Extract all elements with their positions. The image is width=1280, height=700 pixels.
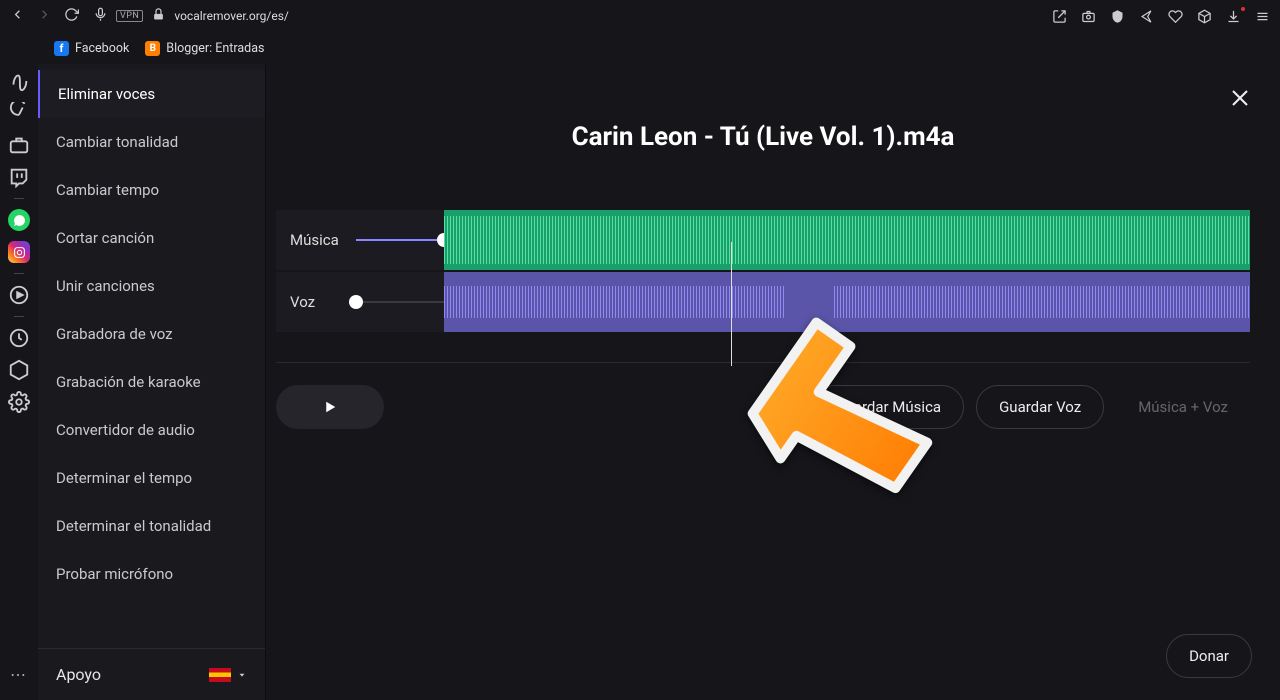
- url-text[interactable]: vocalremover.org/es/: [174, 9, 289, 23]
- track-row-music: Música: [276, 210, 1250, 270]
- track-label-music: Música: [276, 231, 356, 249]
- sidebar-item-join[interactable]: Unir canciones: [38, 262, 265, 310]
- instagram-icon[interactable]: [8, 241, 30, 263]
- sidebar-item-remove-vocals[interactable]: Eliminar voces: [38, 70, 265, 118]
- twitch-icon[interactable]: [8, 166, 30, 188]
- bookmark-label: Facebook: [75, 41, 129, 56]
- voice-volume-slider[interactable]: [356, 301, 444, 303]
- snapshot-icon[interactable]: [1081, 9, 1096, 24]
- browser-top-bar: VPN vocalremover.org/es/: [0, 0, 1280, 32]
- heart-icon[interactable]: [1168, 9, 1183, 24]
- editor-main: Carin Leon - Tú (Live Vol. 1).m4a 00:00.…: [266, 64, 1280, 700]
- sidebar-item-bpm[interactable]: Determinar el tempo: [38, 454, 265, 502]
- bookmark-facebook[interactable]: f Facebook: [54, 41, 129, 56]
- menu-icon[interactable]: [1255, 9, 1270, 24]
- package-icon[interactable]: [8, 359, 30, 381]
- donate-button[interactable]: Donar: [1166, 634, 1252, 678]
- track-label-voice: Voz: [276, 293, 356, 311]
- play-button[interactable]: [276, 385, 384, 429]
- cube-icon[interactable]: [1197, 9, 1212, 24]
- meta-icon[interactable]: [8, 70, 30, 92]
- track-row-voice: Voz: [276, 272, 1250, 332]
- bookmarks-bar: f Facebook B Blogger: Entradas: [0, 32, 1280, 64]
- history-icon[interactable]: [8, 327, 30, 349]
- app-sidebar: Eliminar voces Cambiar tonalidad Cambiar…: [38, 64, 266, 700]
- support-link[interactable]: Apoyo: [56, 665, 101, 684]
- download-icon[interactable]: [1226, 9, 1241, 24]
- sidebar-item-voice-rec[interactable]: Grabadora de voz: [38, 310, 265, 358]
- close-button[interactable]: [1228, 86, 1252, 114]
- vpn-badge[interactable]: VPN: [116, 10, 143, 22]
- send-icon[interactable]: [1139, 9, 1154, 24]
- language-switch[interactable]: [209, 668, 247, 682]
- play-circle-icon[interactable]: [8, 284, 30, 306]
- more-icon[interactable]: ⋯: [10, 665, 28, 684]
- sidebar-item-mic-test[interactable]: Probar micrófono: [38, 550, 265, 598]
- save-voice-button[interactable]: Guardar Voz: [976, 385, 1104, 429]
- save-music-button[interactable]: Guardar Música: [812, 385, 964, 429]
- speed-icon[interactable]: [8, 102, 30, 124]
- track-list: Música Voz: [276, 210, 1250, 334]
- divider: [276, 362, 1250, 363]
- sidebar-item-karaoke[interactable]: Grabación de karaoke: [38, 358, 265, 406]
- sidebar-item-key[interactable]: Determinar el tonalidad: [38, 502, 265, 550]
- sidebar-item-tempo[interactable]: Cambiar tempo: [38, 166, 265, 214]
- blogger-icon: B: [145, 41, 160, 56]
- briefcase-icon[interactable]: [8, 134, 30, 156]
- sidebar-item-pitch[interactable]: Cambiar tonalidad: [38, 118, 265, 166]
- voice-waveform[interactable]: [444, 272, 1250, 332]
- facebook-icon: f: [54, 41, 69, 56]
- combined-label: Música + Voz: [1116, 385, 1250, 429]
- bookmark-blogger[interactable]: B Blogger: Entradas: [145, 41, 264, 56]
- music-volume-slider[interactable]: [356, 239, 444, 241]
- reload-icon[interactable]: [64, 7, 79, 25]
- sidebar-menu: Eliminar voces Cambiar tonalidad Cambiar…: [38, 64, 265, 648]
- flag-es-icon: [209, 668, 231, 682]
- controls-bar: Guardar Música Guardar Voz Música + Voz: [276, 385, 1250, 429]
- browser-vertical-bar: ⋯: [0, 64, 38, 700]
- share-icon[interactable]: [1052, 9, 1067, 24]
- nav-forward-icon[interactable]: [37, 7, 52, 25]
- mic-permission-icon[interactable]: [93, 7, 108, 25]
- shield-icon[interactable]: [1110, 9, 1125, 24]
- lock-icon[interactable]: [151, 7, 166, 25]
- sidebar-item-cut[interactable]: Cortar canción: [38, 214, 265, 262]
- sidebar-item-converter[interactable]: Convertidor de audio: [38, 406, 265, 454]
- chevron-down-icon: [237, 670, 247, 680]
- whatsapp-icon[interactable]: [8, 209, 30, 231]
- play-icon: [321, 398, 339, 416]
- settings-icon[interactable]: [8, 391, 30, 413]
- nav-back-icon[interactable]: [10, 7, 25, 25]
- playhead-line[interactable]: [731, 242, 732, 366]
- bookmark-label: Blogger: Entradas: [166, 41, 264, 56]
- music-waveform[interactable]: [444, 210, 1250, 270]
- file-title: Carin Leon - Tú (Live Vol. 1).m4a: [276, 122, 1250, 152]
